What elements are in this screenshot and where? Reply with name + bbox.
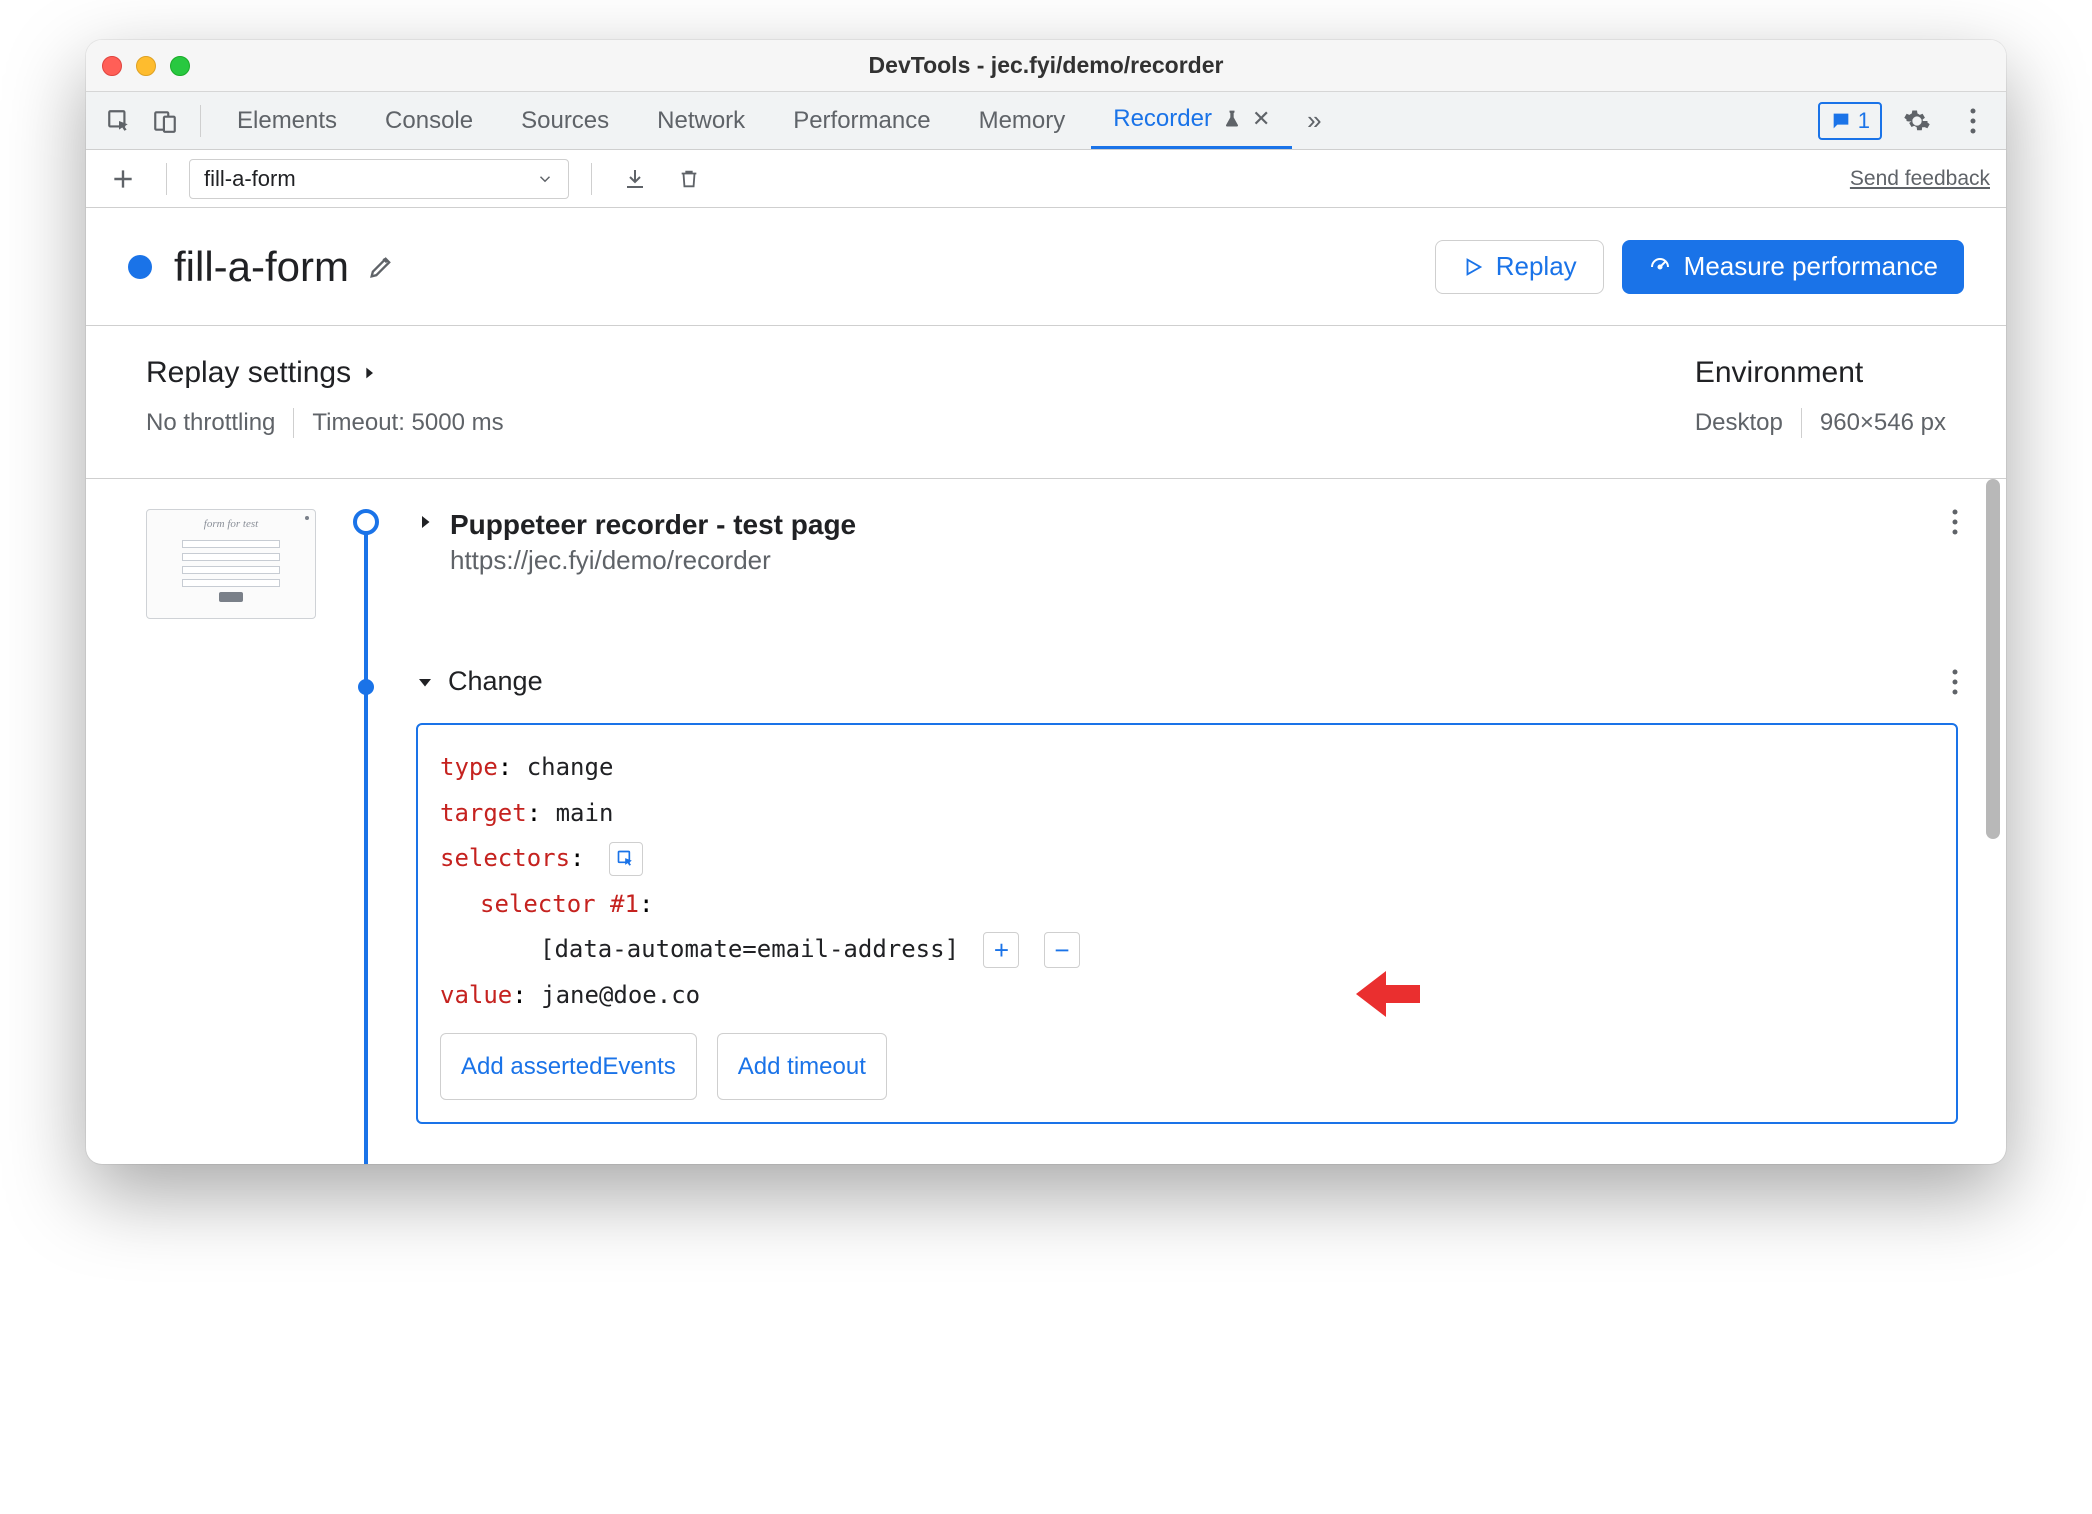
inspect-element-icon[interactable] [98, 100, 140, 142]
prop-type-value[interactable]: change [527, 753, 614, 781]
tab-console[interactable]: Console [363, 92, 495, 149]
prop-selectors-key: selectors [440, 844, 570, 872]
tab-recorder-label: Recorder [1113, 105, 1212, 133]
chevron-down-icon [536, 170, 554, 188]
step-change: Change type: change target: main selecto… [416, 666, 1958, 1124]
measure-label: Measure performance [1684, 251, 1938, 282]
prop-value-key: value [440, 981, 512, 1009]
tab-network[interactable]: Network [635, 92, 767, 149]
tab-elements[interactable]: Elements [215, 92, 359, 149]
close-tab-icon[interactable]: ✕ [1252, 106, 1270, 132]
recording-header: fill-a-form Replay Measure performance [86, 208, 2006, 326]
expand-step-icon[interactable] [416, 513, 434, 531]
play-icon [1462, 256, 1484, 278]
prop-target-key: target [440, 799, 527, 827]
flask-icon [1222, 109, 1242, 129]
edit-title-icon[interactable] [367, 253, 395, 281]
chat-icon [1830, 110, 1852, 132]
settings-icon[interactable] [1896, 100, 1938, 142]
prop-type-key: type [440, 753, 498, 781]
panel-tabs: Elements Console Sources Network Perform… [86, 92, 2006, 150]
divider [1801, 408, 1802, 438]
export-icon[interactable] [614, 158, 656, 200]
timeout-value: Timeout: 5000 ms [312, 409, 503, 437]
add-timeout-button[interactable]: Add timeout [717, 1033, 887, 1101]
remove-selector-icon[interactable]: − [1044, 932, 1080, 968]
step-menu-icon[interactable] [1952, 669, 1958, 695]
environment-heading: Environment [1695, 356, 1946, 390]
divider [293, 408, 294, 438]
tab-performance[interactable]: Performance [771, 92, 952, 149]
collapse-step-icon[interactable] [416, 673, 434, 691]
devtools-window: DevTools - jec.fyi/demo/recorder Element… [86, 40, 2006, 1164]
chevron-right-icon [361, 365, 377, 381]
gauge-icon [1648, 255, 1672, 279]
env-device: Desktop [1695, 409, 1783, 437]
prop-selector1-key: selector #1 [480, 890, 639, 918]
more-tabs-icon[interactable]: » [1296, 105, 1332, 136]
throttling-value: No throttling [146, 409, 275, 437]
tab-memory[interactable]: Memory [957, 92, 1088, 149]
settings-row: Replay settings No throttling Timeout: 5… [86, 326, 2006, 479]
console-messages-button[interactable]: 1 [1818, 102, 1882, 140]
timeline [346, 509, 386, 1124]
tab-recorder[interactable]: Recorder ✕ [1091, 92, 1292, 149]
scrollbar[interactable] [1986, 479, 2000, 839]
send-feedback-link[interactable]: Send feedback [1850, 167, 1990, 191]
prop-selector1-value[interactable]: [data-automate=email-address] [540, 935, 959, 963]
add-selector-icon[interactable]: + [983, 932, 1019, 968]
step-thumbnail: form for test [146, 509, 316, 619]
delete-icon[interactable] [668, 158, 710, 200]
add-asserted-events-button[interactable]: Add assertedEvents [440, 1033, 697, 1101]
step-change-label: Change [448, 666, 543, 697]
replay-button[interactable]: Replay [1435, 240, 1604, 294]
prop-value-value[interactable]: jane@doe.co [541, 981, 700, 1009]
timeline-step-node [358, 679, 374, 695]
titlebar: DevTools - jec.fyi/demo/recorder [86, 40, 2006, 92]
divider [200, 105, 201, 137]
step-details-box: type: change target: main selectors: sel… [416, 723, 1958, 1124]
recorder-toolbar: fill-a-form Send feedback [86, 150, 2006, 208]
recording-select-value: fill-a-form [204, 166, 296, 192]
new-recording-icon[interactable] [102, 158, 144, 200]
step-menu-icon[interactable] [1952, 509, 1958, 535]
recording-select[interactable]: fill-a-form [189, 159, 569, 199]
measure-performance-button[interactable]: Measure performance [1622, 240, 1964, 294]
timeline-start-node [353, 509, 379, 535]
messages-count: 1 [1858, 108, 1870, 134]
step-url: https://jec.fyi/demo/recorder [450, 545, 856, 576]
step-navigate: Puppeteer recorder - test page https://j… [416, 509, 1958, 576]
steps-panel: form for test [86, 479, 2006, 1164]
device-toolbar-icon[interactable] [144, 100, 186, 142]
recording-status-dot [128, 255, 152, 279]
recording-title: fill-a-form [174, 243, 349, 291]
annotation-arrow-icon [1356, 969, 1420, 1019]
element-picker-icon[interactable] [609, 842, 643, 876]
prop-target-value[interactable]: main [556, 799, 614, 827]
replay-label: Replay [1496, 251, 1577, 282]
window-title: DevTools - jec.fyi/demo/recorder [86, 52, 2006, 79]
divider [166, 163, 167, 195]
divider [591, 163, 592, 195]
env-size: 960×546 px [1820, 409, 1946, 437]
replay-settings-heading[interactable]: Replay settings [146, 356, 504, 390]
step-title: Puppeteer recorder - test page [450, 509, 856, 541]
tab-sources[interactable]: Sources [499, 92, 631, 149]
kebab-menu-icon[interactable] [1952, 100, 1994, 142]
